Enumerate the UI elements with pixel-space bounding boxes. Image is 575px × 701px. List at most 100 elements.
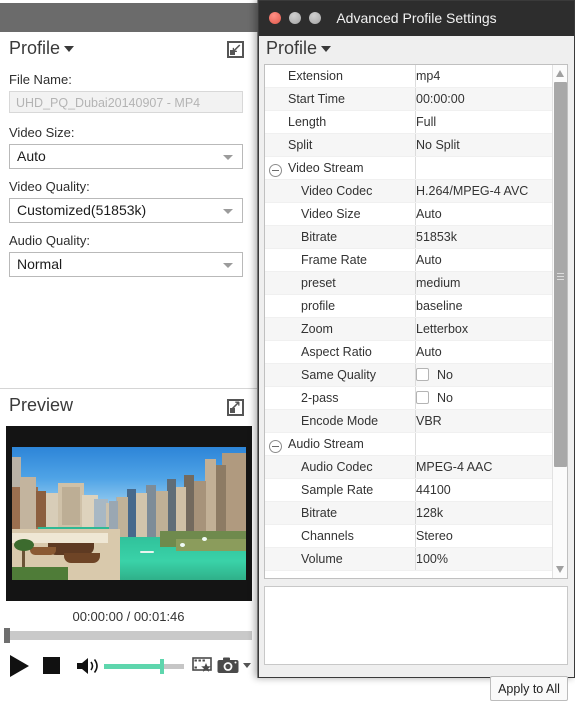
property-key-cell: Aspect Ratio <box>265 340 416 364</box>
property-value-cell[interactable]: No Split <box>415 133 553 157</box>
playback-controls <box>0 650 257 682</box>
property-key-label: Video Size <box>301 207 361 221</box>
table-row[interactable]: Extension mp4 <box>265 65 553 88</box>
property-value-cell[interactable]: 44100 <box>415 478 553 502</box>
property-value-label: Letterbox <box>416 322 469 336</box>
advanced-profile-settings-window: Advanced Profile Settings Profile Extens… <box>258 0 575 701</box>
table-row[interactable]: Channels Stereo <box>265 524 553 548</box>
property-key-cell: preset <box>265 271 416 295</box>
table-row[interactable]: 2-pass No <box>265 386 553 410</box>
checkbox[interactable] <box>416 391 429 404</box>
camera-icon[interactable] <box>217 656 240 675</box>
property-value-label: mp4 <box>416 69 441 83</box>
property-value-cell[interactable]: Letterbox <box>415 317 553 341</box>
video-preview-thumbnail[interactable] <box>6 426 252 601</box>
play-icon[interactable] <box>10 655 29 677</box>
table-row[interactable]: Split No Split <box>265 133 553 157</box>
file-name-input[interactable]: UHD_PQ_Dubai20140907 - MP4 <box>9 91 243 113</box>
filmstrip-star-icon[interactable] <box>192 656 214 675</box>
table-row[interactable]: Frame Rate Auto <box>265 248 553 272</box>
scrollbar-grip <box>557 273 564 274</box>
video-quality-select[interactable]: Customized(51853k) <box>9 198 243 223</box>
table-row[interactable]: Sample Rate 44100 <box>265 478 553 502</box>
seek-bar-track[interactable] <box>4 631 252 640</box>
property-key-cell: Sample Rate <box>265 478 416 502</box>
table-scrollbar[interactable] <box>552 65 567 578</box>
checkbox[interactable] <box>416 368 429 381</box>
profile-dropdown[interactable]: Profile <box>266 38 332 59</box>
group-row[interactable]: Video Stream <box>265 161 415 177</box>
property-value-cell[interactable]: mp4 <box>415 65 553 88</box>
group-row[interactable]: Audio Stream <box>265 437 415 453</box>
property-value-cell[interactable]: 100% <box>415 547 553 571</box>
table-row[interactable]: Zoom Letterbox <box>265 317 553 341</box>
video-quality-label: Video Quality: <box>9 179 90 194</box>
property-value-cell[interactable]: Auto <box>415 202 553 226</box>
property-value-label: H.264/MPEG-4 AVC <box>416 184 529 198</box>
property-value-cell[interactable]: baseline <box>415 294 553 318</box>
table-row[interactable]: Length Full <box>265 110 553 134</box>
table-row[interactable]: Video Size Auto <box>265 202 553 226</box>
volume-icon[interactable] <box>76 657 102 675</box>
chevron-down-icon[interactable] <box>64 46 75 52</box>
collapse-minus-icon[interactable] <box>269 440 282 453</box>
chevron-down-icon[interactable] <box>243 663 251 668</box>
volume-slider-handle[interactable] <box>160 659 164 674</box>
table-row[interactable]: Aspect Ratio Auto <box>265 340 553 364</box>
property-value-cell[interactable]: No <box>415 363 553 387</box>
left-window-titlebar[interactable] <box>0 3 258 32</box>
file-name-label: File Name: <box>9 72 72 87</box>
property-value-cell[interactable]: Stereo <box>415 524 553 548</box>
property-value-cell[interactable] <box>415 156 553 180</box>
collapse-arrow-icon[interactable]: ↙ <box>227 41 244 58</box>
table-row[interactable]: Bitrate 51853k <box>265 225 553 249</box>
table-row[interactable]: Audio Codec MPEG-4 AAC <box>265 455 553 479</box>
profile-section-title[interactable]: Profile <box>9 38 75 59</box>
window-titlebar[interactable]: Advanced Profile Settings <box>259 1 574 36</box>
table-row[interactable]: Video Codec H.264/MPEG-4 AVC <box>265 179 553 203</box>
property-value-cell[interactable]: medium <box>415 271 553 295</box>
profile-dropdown-label: Profile <box>266 38 318 58</box>
property-value-cell[interactable]: Full <box>415 110 553 134</box>
property-value-cell[interactable]: 51853k <box>415 225 553 249</box>
collapse-minus-icon[interactable] <box>269 164 282 177</box>
table-row[interactable]: Video Stream <box>265 156 553 180</box>
chevron-down-icon[interactable] <box>321 46 332 52</box>
settings-body: Profile Extension mp4 Start Time 00:00:00 Le… <box>259 36 574 701</box>
property-key-cell: Extension <box>265 65 416 88</box>
property-value-cell[interactable] <box>415 432 553 456</box>
property-value-cell[interactable]: H.264/MPEG-4 AVC <box>415 179 553 203</box>
property-value-cell[interactable]: Auto <box>415 248 553 272</box>
stop-icon[interactable] <box>43 657 60 674</box>
seek-bar-handle[interactable] <box>4 628 10 643</box>
property-key-label: Video Stream <box>288 161 364 175</box>
table-row[interactable]: preset medium <box>265 271 553 295</box>
table-row[interactable]: profile baseline <box>265 294 553 318</box>
property-key-label: Split <box>288 138 313 152</box>
scrollbar-thumb[interactable] <box>554 82 567 467</box>
converter-main-window: Profile ↙ File Name: UHD_PQ_Dubai2014090… <box>0 0 258 678</box>
scroll-up-arrow-icon[interactable] <box>556 70 564 77</box>
expand-arrow-icon[interactable]: ↗ <box>227 399 244 416</box>
properties-table-body: Extension mp4 Start Time 00:00:00 Length Full… <box>265 65 553 571</box>
property-value-label: No <box>437 391 453 405</box>
property-value-cell[interactable]: No <box>415 386 553 410</box>
property-value-cell[interactable]: Auto <box>415 340 553 364</box>
property-value-label: Stereo <box>416 529 453 543</box>
property-value-cell[interactable]: VBR <box>415 409 553 433</box>
playback-time-label: 00:00:00 / 00:01:46 <box>72 609 185 624</box>
table-row[interactable]: Start Time 00:00:00 <box>265 87 553 111</box>
table-row[interactable]: Audio Stream <box>265 432 553 456</box>
property-key-label: Channels <box>301 529 354 543</box>
property-value-cell[interactable]: MPEG-4 AAC <box>415 455 553 479</box>
table-row[interactable]: Encode Mode VBR <box>265 409 553 433</box>
apply-to-all-button[interactable]: Apply to All <box>490 676 568 701</box>
table-row[interactable]: Same Quality No <box>265 363 553 387</box>
table-row[interactable]: Volume 100% <box>265 547 553 571</box>
scroll-down-arrow-icon[interactable] <box>556 566 564 573</box>
property-value-cell[interactable]: 128k <box>415 501 553 525</box>
property-value-cell[interactable]: 00:00:00 <box>415 87 553 111</box>
video-size-select[interactable]: Auto <box>9 144 243 169</box>
table-row[interactable]: Bitrate 128k <box>265 501 553 525</box>
audio-quality-select[interactable]: Normal <box>9 252 243 277</box>
